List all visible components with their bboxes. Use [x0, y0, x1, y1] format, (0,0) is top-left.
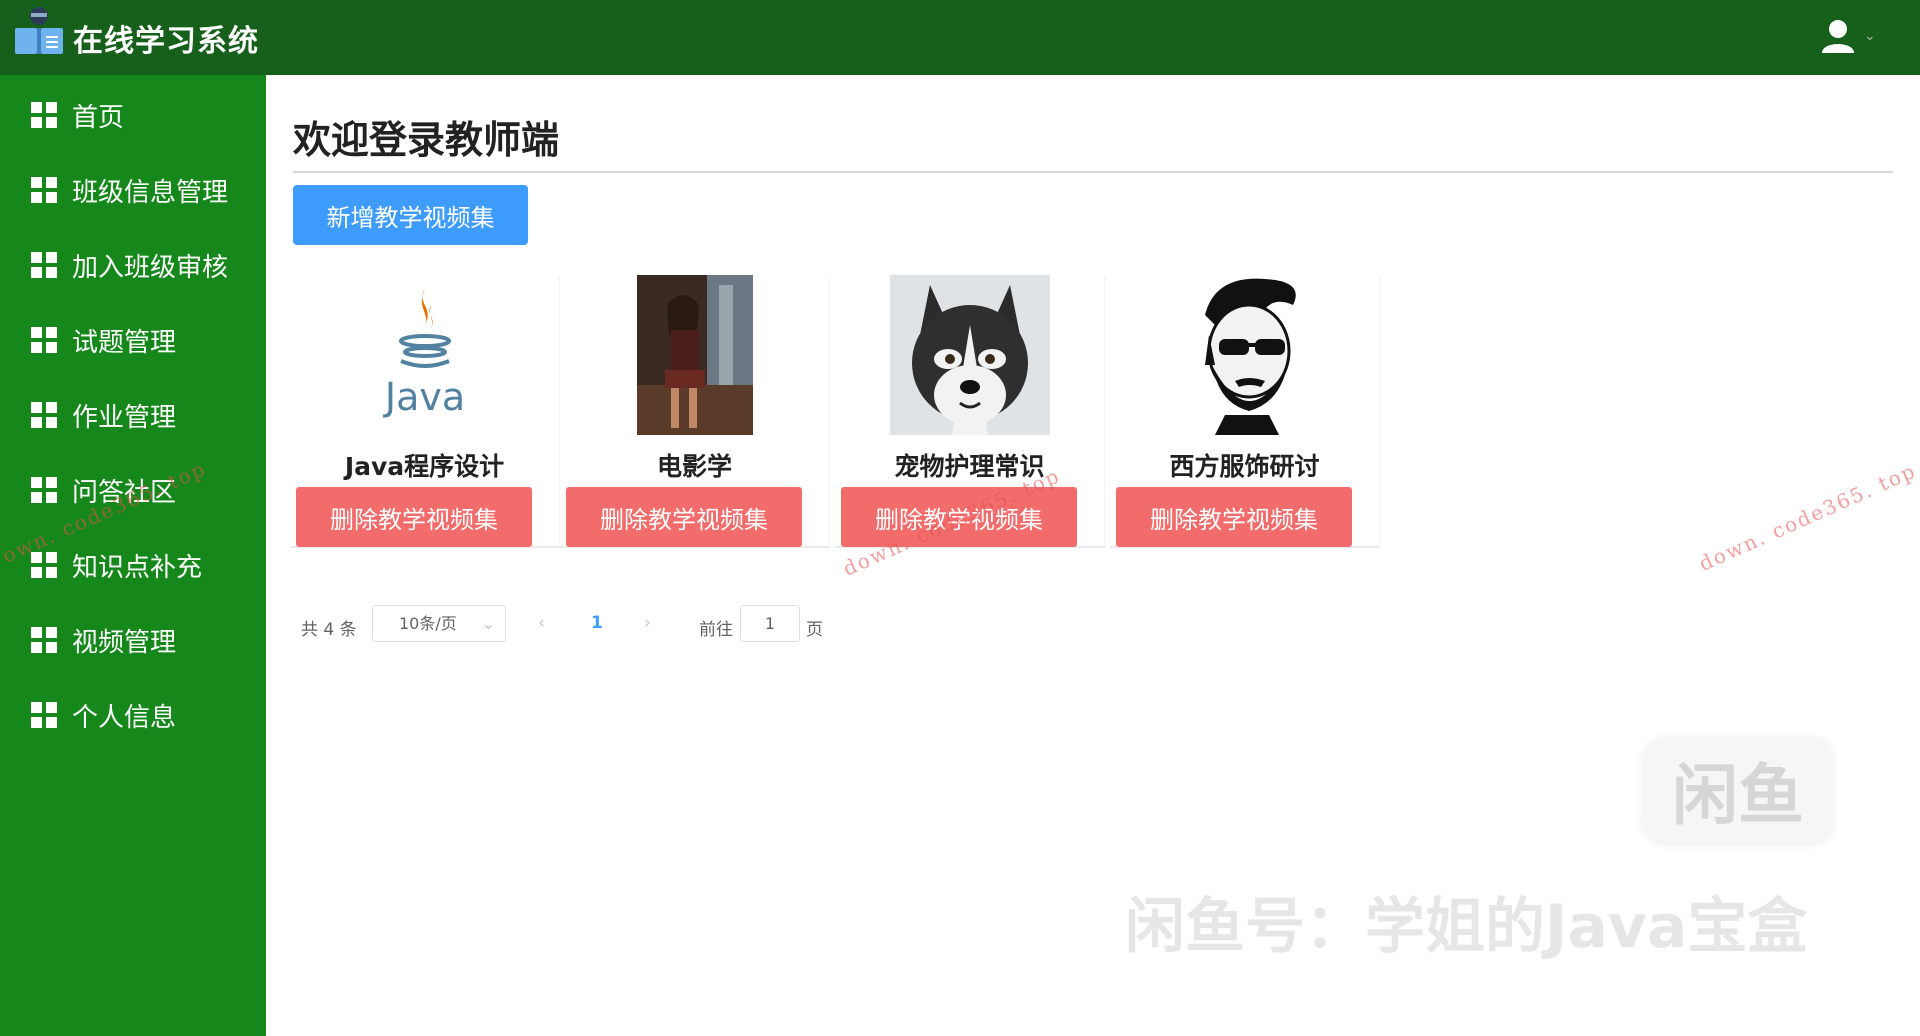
- movie-poster-icon: [636, 275, 753, 435]
- grid-icon: [31, 627, 57, 653]
- goto-suffix: 页: [806, 620, 823, 640]
- xianyu-badge: 闲鱼: [1643, 737, 1833, 842]
- bearded-man-image: [1174, 275, 1315, 435]
- grid-icon: [31, 327, 57, 353]
- book-reader-icon: [15, 7, 63, 54]
- card-title: Java程序设计: [344, 452, 505, 481]
- video-set-card[interactable]: 西方服饰研讨 删除教学视频集: [1110, 275, 1380, 548]
- sidebar-item-label: 加入班级审核: [72, 252, 229, 283]
- grid-icon: [31, 252, 57, 278]
- page-size-select[interactable]: 10条/页 ⌄: [372, 605, 506, 642]
- sidebar-item-profile[interactable]: 个人信息: [0, 685, 266, 745]
- pagination: 共 4 条 10条/页 ⌄ ‹ 1 › 前往 页: [266, 605, 1066, 645]
- user-menu[interactable]: ⌄: [1820, 16, 1890, 56]
- page-size-value: 10条/页: [399, 614, 457, 633]
- sidebar-item-label: 视频管理: [72, 627, 177, 658]
- add-video-set-button[interactable]: 新增教学视频集: [293, 185, 528, 245]
- goto-page-input[interactable]: [740, 605, 800, 642]
- sidebar-item-label: 首页: [72, 102, 125, 133]
- app-title: 在线学习系统: [73, 24, 259, 59]
- movie-poster-image: [636, 275, 753, 435]
- prev-page-button[interactable]: ‹: [538, 613, 545, 633]
- page-title: 欢迎登录教师端: [293, 118, 560, 162]
- sidebar-item-videos[interactable]: 视频管理: [0, 610, 266, 670]
- xianyu-seller-watermark: 闲鱼号：学姐的Java宝盒: [1125, 892, 1808, 962]
- java-logo-icon: Java: [382, 289, 465, 419]
- card-title: 西方服饰研讨: [1169, 452, 1320, 481]
- card-title: 电影学: [656, 452, 732, 481]
- svg-text:Java: Java: [382, 375, 464, 419]
- delete-video-set-button[interactable]: 删除教学视频集: [566, 487, 802, 547]
- chevron-down-icon: ⌄: [481, 614, 495, 633]
- sidebar-item-class-info[interactable]: 班级信息管理: [0, 160, 266, 220]
- grid-icon: [31, 477, 57, 503]
- sidebar-item-join-review[interactable]: 加入班级审核: [0, 235, 266, 295]
- grid-icon: [31, 402, 57, 428]
- video-set-card[interactable]: 电影学 删除教学视频集: [560, 275, 830, 548]
- java-logo-image: Java: [375, 275, 475, 435]
- sidebar-item-home[interactable]: 首页: [0, 85, 266, 145]
- divider: [293, 171, 1893, 173]
- delete-video-set-button[interactable]: 删除教学视频集: [296, 487, 532, 547]
- husky-dog-image: [889, 275, 1050, 435]
- sidebar-item-label: 作业管理: [72, 402, 177, 433]
- sidebar: 首页 班级信息管理 加入班级审核 试题管理 作业管理 问答社区 知识点补充 视频…: [0, 75, 266, 1036]
- sidebar-item-label: 试题管理: [72, 327, 177, 358]
- grid-icon: [31, 702, 57, 728]
- video-set-card[interactable]: Java Java程序设计 删除教学视频集: [290, 275, 560, 548]
- sidebar-item-label: 知识点补充: [72, 552, 203, 583]
- top-bar: 在线学习系统 ⌄: [0, 0, 1920, 75]
- user-icon[interactable]: [1820, 18, 1856, 54]
- sidebar-item-label: 个人信息: [72, 702, 177, 733]
- pagination-total: 共 4 条: [301, 620, 357, 640]
- grid-icon: [31, 102, 57, 128]
- sidebar-item-questions[interactable]: 试题管理: [0, 310, 266, 370]
- bearded-man-icon: [1174, 275, 1315, 435]
- chevron-down-icon[interactable]: ⌄: [1864, 28, 1876, 44]
- grid-icon: [31, 177, 57, 203]
- sidebar-item-label: 班级信息管理: [72, 177, 229, 208]
- delete-video-set-button[interactable]: 删除教学视频集: [1116, 487, 1352, 547]
- goto-label: 前往: [699, 620, 733, 640]
- card-title: 宠物护理常识: [894, 452, 1045, 481]
- husky-dog-icon: [889, 275, 1050, 435]
- next-page-button[interactable]: ›: [644, 613, 651, 633]
- page-number-current[interactable]: 1: [591, 613, 603, 633]
- sidebar-item-homework[interactable]: 作业管理: [0, 385, 266, 445]
